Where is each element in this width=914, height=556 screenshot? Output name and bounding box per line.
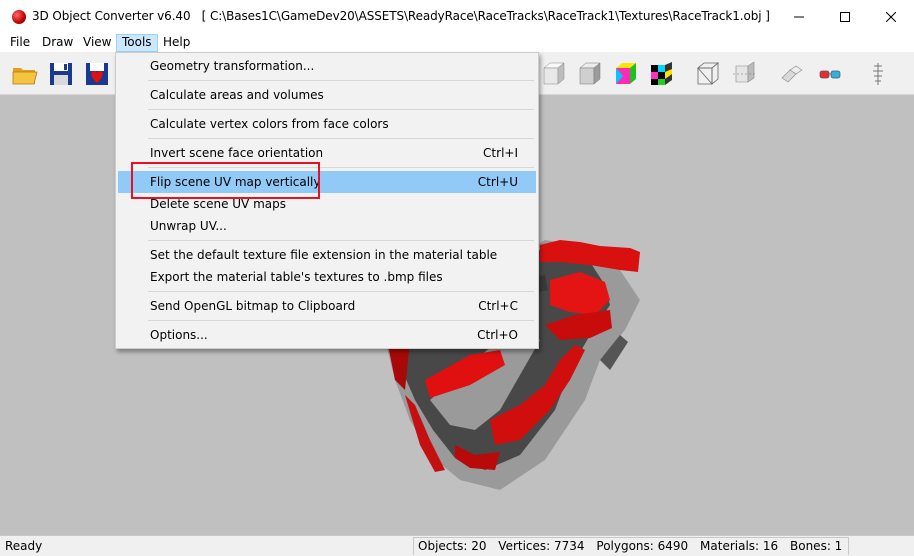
menu-separator [148, 320, 534, 321]
scene-stats: Objects: 20 Vertices: 7734 Polygons: 649… [413, 537, 850, 555]
file-path: [ C:\Bases1C\GameDev20\ASSETS\ReadyRace\… [201, 9, 770, 23]
color-cube-icon[interactable] [612, 60, 640, 88]
gray-cube-icon[interactable] [576, 60, 604, 88]
save-icon[interactable] [47, 60, 75, 88]
menu-item-shortcut: Ctrl+I [483, 146, 518, 160]
spine-icon[interactable] [864, 60, 892, 88]
menu-item-label: Export the material table's textures to … [150, 270, 443, 284]
save-as-icon[interactable] [83, 60, 111, 88]
checker-cube-icon[interactable] [648, 60, 676, 88]
wireframe-cube-icon[interactable] [694, 60, 722, 88]
menu-item-set-texture-extension[interactable]: Set the default texture file extension i… [118, 244, 536, 266]
menu-item-label: Unwrap UV... [150, 219, 227, 233]
rotate-object-icon[interactable] [776, 60, 804, 88]
menu-item-label: Delete scene UV maps [150, 197, 286, 211]
menu-bar: File Draw View Tools Help [0, 34, 914, 52]
flip-cube-icon[interactable] [730, 60, 758, 88]
open-folder-icon[interactable] [11, 60, 39, 88]
vertices-count: Vertices: 7734 [498, 539, 585, 553]
maximize-icon [840, 12, 850, 22]
materials-count: Materials: 16 [700, 539, 779, 553]
window-title: 3D Object Converter v6.40 [ C:\Bases1C\G… [32, 9, 770, 23]
white-cube-icon[interactable] [540, 60, 568, 88]
menu-item-label: Geometry transformation... [150, 59, 315, 73]
polygons-count: Polygons: 6490 [596, 539, 689, 553]
menu-item-label: Invert scene face orientation [150, 146, 324, 160]
annotation-highlight-box [131, 162, 320, 199]
menu-item-shortcut: Ctrl+C [478, 299, 518, 313]
title-bar: 3D Object Converter v6.40 [ C:\Bases1C\G… [0, 0, 914, 34]
menu-separator [148, 291, 534, 292]
menu-draw[interactable]: Draw [37, 34, 78, 52]
menu-item-export-textures-bmp[interactable]: Export the material table's textures to … [118, 266, 536, 288]
menu-item-options[interactable]: Options... Ctrl+O [118, 324, 536, 346]
menu-item-label: Send OpenGL bitmap to Clipboard [150, 299, 356, 313]
menu-item-unwrap-uv[interactable]: Unwrap UV... [118, 215, 536, 237]
app-name: 3D Object Converter v6.40 [32, 9, 191, 23]
menu-item-label: Calculate areas and volumes [150, 88, 324, 102]
menu-item-geometry-transformation[interactable]: Geometry transformation... [118, 55, 536, 77]
objects-count: Objects: 20 [418, 539, 487, 553]
menu-separator [148, 109, 534, 110]
bones-count: Bones: 1 [790, 539, 843, 553]
tools-menu: Geometry transformation... Calculate are… [115, 52, 539, 349]
menu-item-label: Set the default texture file extension i… [150, 248, 498, 262]
menu-separator [148, 138, 534, 139]
menu-item-send-opengl-bitmap[interactable]: Send OpenGL bitmap to Clipboard Ctrl+C [118, 295, 536, 317]
menu-item-shortcut: Ctrl+O [477, 328, 518, 342]
minimize-icon [794, 16, 804, 18]
menu-view[interactable]: View [78, 34, 116, 52]
maximize-button[interactable] [822, 0, 868, 34]
minimize-button[interactable] [776, 0, 822, 34]
menu-item-invert-face-orientation[interactable]: Invert scene face orientation Ctrl+I [118, 142, 536, 164]
menu-help[interactable]: Help [158, 34, 195, 52]
status-bar: Ready Objects: 20 Vertices: 7734 Polygon… [0, 535, 914, 556]
status-text: Ready [5, 539, 43, 553]
menu-item-label: Calculate vertex colors from face colors [150, 117, 389, 131]
menu-separator [148, 80, 534, 81]
menu-item-calculate-areas[interactable]: Calculate areas and volumes [118, 84, 536, 106]
menu-file[interactable]: File [5, 34, 35, 52]
menu-item-calculate-vertex-colors[interactable]: Calculate vertex colors from face colors [118, 113, 536, 135]
menu-item-shortcut: Ctrl+U [477, 175, 518, 189]
glasses-icon[interactable] [816, 60, 844, 88]
menu-item-label: Options... [150, 328, 208, 342]
close-button[interactable] [868, 0, 914, 34]
menu-tools[interactable]: Tools [116, 34, 158, 52]
app-logo-icon [12, 10, 26, 24]
close-icon [886, 12, 896, 22]
menu-separator [148, 240, 534, 241]
